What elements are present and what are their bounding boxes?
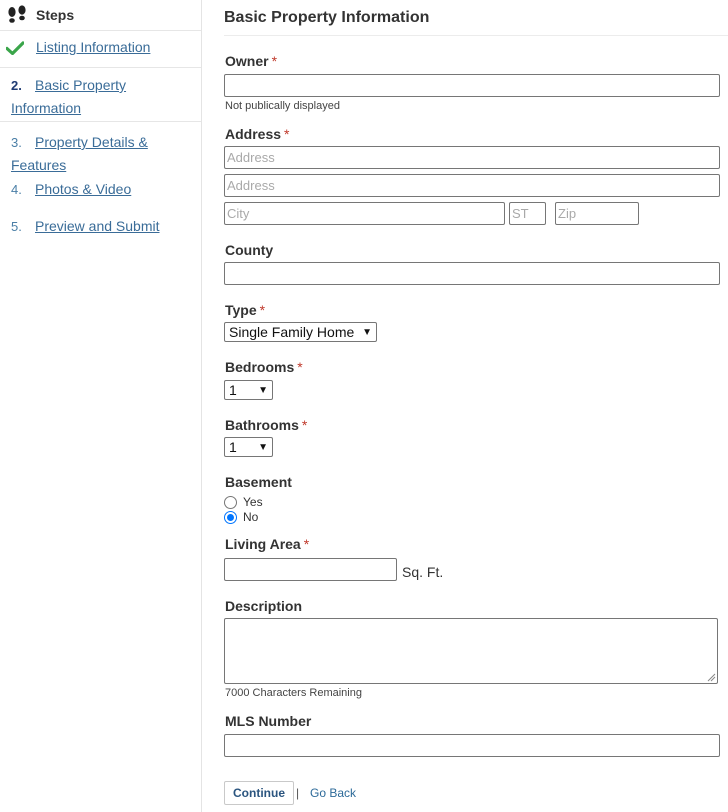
step-link[interactable]: Listing Information [36, 39, 150, 55]
radio-label: No [243, 510, 259, 524]
steps-title: Steps [36, 7, 75, 23]
chevron-down-icon: ▼ [258, 384, 268, 396]
owner-input[interactable] [224, 74, 720, 97]
chevron-down-icon: ▼ [362, 326, 372, 338]
bathrooms-label: Bathrooms * [225, 417, 308, 433]
step-link[interactable]: Photos & Video [35, 181, 131, 197]
required-marker: * [284, 126, 290, 142]
type-label: Type * [225, 302, 266, 318]
resize-grip-icon[interactable] [707, 673, 716, 682]
basement-label: Basement [225, 474, 292, 490]
step-basic-property-information[interactable]: 2. Basic Property Information [0, 68, 201, 122]
basement-option-yes[interactable]: Yes [224, 495, 263, 509]
description-label: Description [225, 598, 303, 614]
required-marker: * [259, 302, 266, 318]
step-preview-submit[interactable]: 5. Preview and Submit [0, 215, 201, 252]
step-photos-video[interactable]: 4. Photos & Video [0, 178, 201, 215]
living-area-label: Living Area * [225, 536, 310, 552]
owner-label: Owner * [225, 53, 278, 69]
step-number: 4. [11, 182, 22, 197]
county-label: County [225, 242, 274, 258]
step-property-details[interactable]: 3. Property Details & Features [0, 122, 201, 178]
description-counter: 7000 Characters Remaining [225, 687, 362, 699]
required-marker: * [303, 536, 310, 552]
step-number: 5. [11, 219, 22, 234]
continue-button[interactable]: Continue [224, 781, 294, 805]
zip-input[interactable] [555, 202, 639, 225]
bathrooms-select[interactable]: 1 ▼ [224, 437, 273, 457]
description-textarea[interactable] [224, 618, 718, 684]
radio-button-selected[interactable] [224, 510, 237, 524]
type-selected-value: Single Family Home [229, 324, 355, 340]
bedrooms-select[interactable]: 1 ▼ [224, 380, 273, 400]
bedrooms-label: Bedrooms * [225, 359, 303, 375]
checkmark-icon [6, 41, 24, 55]
chevron-down-icon: ▼ [258, 441, 268, 453]
address-line1-input[interactable] [224, 146, 720, 169]
required-marker: * [271, 53, 278, 69]
page-title: Basic Property Information [224, 0, 728, 36]
bedrooms-selected-value: 1 [229, 382, 237, 398]
action-separator: | [296, 786, 300, 800]
radio-button[interactable] [224, 495, 237, 509]
go-back-link[interactable]: Go Back [310, 786, 356, 800]
mls-input[interactable] [224, 734, 720, 757]
owner-hint: Not publically displayed [225, 100, 340, 112]
steps-sidebar: Steps Listing Information 2. Basic Proper… [0, 0, 202, 812]
type-select[interactable]: Single Family Home ▼ [224, 322, 377, 342]
bathrooms-selected-value: 1 [229, 439, 237, 455]
footprints-icon [8, 5, 26, 23]
step-number: 3. [11, 135, 22, 150]
county-input[interactable] [224, 262, 720, 285]
basement-option-no[interactable]: No [224, 510, 258, 524]
address-line2-input[interactable] [224, 174, 720, 197]
step-link[interactable]: Preview and Submit [35, 218, 160, 234]
required-marker: * [301, 417, 308, 433]
mls-label: MLS Number [225, 713, 312, 729]
radio-label: Yes [243, 495, 263, 509]
step-number: 2. [11, 78, 22, 93]
living-area-input[interactable] [224, 558, 397, 581]
city-input[interactable] [224, 202, 505, 225]
step-listing-information[interactable]: Listing Information [0, 31, 201, 68]
state-input[interactable] [509, 202, 546, 225]
living-area-unit: Sq. Ft. [402, 564, 444, 580]
steps-header: Steps [0, 0, 201, 31]
required-marker: * [297, 359, 303, 375]
address-label: Address * [225, 126, 290, 142]
property-form: Basic Property Information Owner * Not pu… [224, 0, 728, 805]
